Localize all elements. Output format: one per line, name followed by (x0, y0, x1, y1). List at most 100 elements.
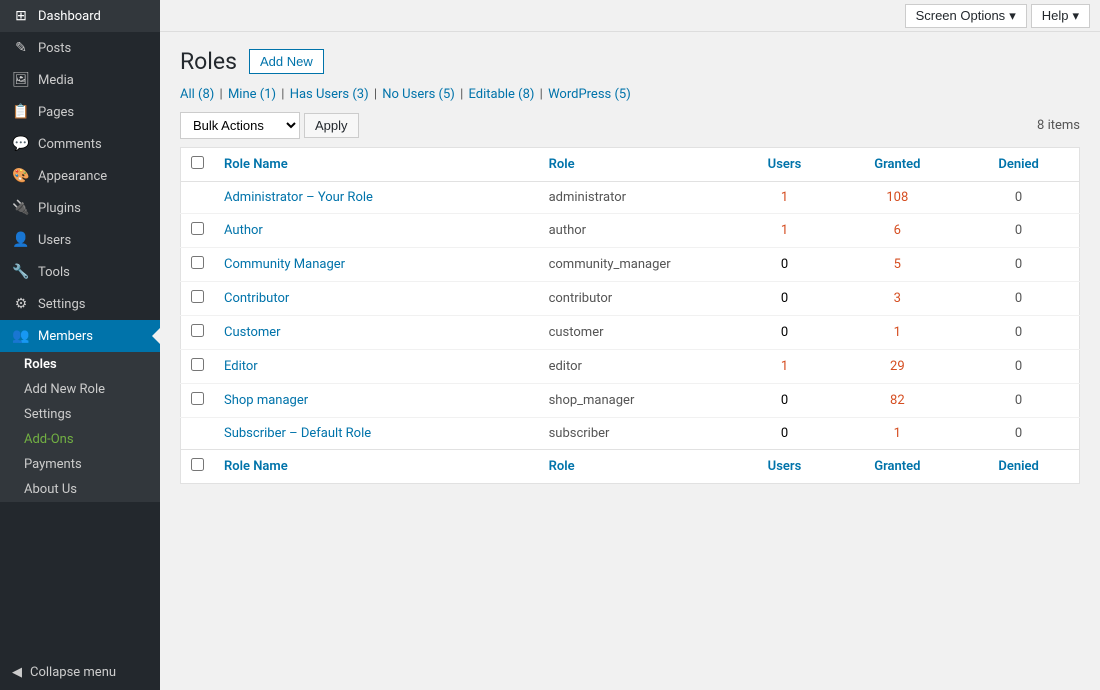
settings-icon: ⚙ (12, 296, 30, 312)
row-denied: 0 (958, 282, 1079, 316)
col-header-role-name[interactable]: Role Name (214, 148, 539, 182)
add-new-button[interactable]: Add New (249, 49, 324, 74)
submenu-roles[interactable]: Roles (0, 352, 160, 377)
row-checkbox-cell[interactable] (181, 248, 215, 282)
row-users[interactable]: 1 (732, 214, 836, 248)
sidebar-item-users[interactable]: 👤 Users (0, 224, 160, 256)
users-count-link[interactable]: 1 (781, 359, 788, 374)
sidebar-item-posts[interactable]: ✎ Posts (0, 32, 160, 64)
row-role-slug: shop_manager (539, 384, 733, 418)
role-name-link[interactable]: Contributor (224, 291, 289, 306)
table-row: Editor editor 1 29 0 (181, 350, 1080, 384)
row-denied: 0 (958, 248, 1079, 282)
row-checkbox-cell[interactable] (181, 316, 215, 350)
sidebar-item-media[interactable]: 🖼 Media (0, 64, 160, 96)
row-role-slug: author (539, 214, 733, 248)
role-name-link[interactable]: Subscriber – Default Role (224, 426, 371, 441)
role-name-link[interactable]: Administrator – Your Role (224, 190, 373, 205)
table-row: Author author 1 6 0 (181, 214, 1080, 248)
sidebar-item-plugins[interactable]: 🔌 Plugins (0, 192, 160, 224)
row-denied: 0 (958, 384, 1079, 418)
submenu-add-new-role[interactable]: Add New Role (0, 377, 160, 402)
select-all-footer-checkbox[interactable] (191, 458, 204, 471)
row-users: 0 (732, 418, 836, 450)
submenu-settings[interactable]: Settings (0, 402, 160, 427)
sidebar-item-label: Plugins (38, 201, 81, 216)
row-checkbox-cell[interactable] (181, 182, 215, 214)
filter-editable[interactable]: Editable (8) (468, 87, 534, 102)
col-footer-role-name[interactable]: Role Name (214, 450, 539, 484)
collapse-icon: ◀ (12, 665, 22, 680)
table-row: Administrator – Your Role administrator … (181, 182, 1080, 214)
select-all-header[interactable] (181, 148, 215, 182)
row-checkbox[interactable] (191, 222, 204, 235)
role-name-link[interactable]: Shop manager (224, 393, 308, 408)
filter-has-users[interactable]: Has Users (3) (290, 87, 369, 102)
users-count-link[interactable]: 1 (781, 223, 788, 238)
screen-options-button[interactable]: Screen Options ▾ (905, 4, 1027, 28)
col-footer-denied[interactable]: Denied (958, 450, 1079, 484)
row-role-name: Contributor (214, 282, 539, 316)
users-count-link[interactable]: 1 (781, 190, 788, 205)
role-name-link[interactable]: Editor (224, 359, 258, 374)
posts-icon: ✎ (12, 40, 30, 56)
submenu-about-us[interactable]: About Us (0, 477, 160, 502)
table-footer-row: Role Name Role Users Granted Denied (181, 450, 1080, 484)
sidebar-item-dashboard[interactable]: ⊞ Dashboard (0, 0, 160, 32)
submenu-payments[interactable]: Payments (0, 452, 160, 477)
row-users[interactable]: 1 (732, 350, 836, 384)
col-footer-users[interactable]: Users (732, 450, 836, 484)
col-header-denied[interactable]: Denied (958, 148, 1079, 182)
row-denied: 0 (958, 418, 1079, 450)
filter-wordpress[interactable]: WordPress (5) (548, 87, 631, 102)
row-users[interactable]: 1 (732, 182, 836, 214)
row-checkbox[interactable] (191, 392, 204, 405)
row-role-name: Shop manager (214, 384, 539, 418)
select-all-footer[interactable] (181, 450, 215, 484)
help-button[interactable]: Help ▾ (1031, 4, 1090, 28)
row-granted: 82 (837, 384, 959, 418)
row-granted: 108 (837, 182, 959, 214)
row-checkbox-cell[interactable] (181, 384, 215, 418)
col-footer-granted[interactable]: Granted (837, 450, 959, 484)
select-all-checkbox[interactable] (191, 156, 204, 169)
appearance-icon: 🎨 (12, 168, 30, 184)
sidebar-item-comments[interactable]: 💬 Comments (0, 128, 160, 160)
role-name-link[interactable]: Author (224, 223, 263, 238)
sidebar-item-label: Media (38, 73, 74, 88)
sidebar-item-appearance[interactable]: 🎨 Appearance (0, 160, 160, 192)
row-checkbox-cell[interactable] (181, 214, 215, 248)
row-checkbox-cell[interactable] (181, 350, 215, 384)
filter-no-users[interactable]: No Users (5) (382, 87, 455, 102)
sidebar-item-settings[interactable]: ⚙ Settings (0, 288, 160, 320)
row-checkbox[interactable] (191, 290, 204, 303)
filter-mine[interactable]: Mine (1) (228, 87, 276, 102)
col-header-users[interactable]: Users (732, 148, 836, 182)
bulk-actions-select[interactable]: Bulk Actions (180, 112, 300, 139)
sidebar-item-members[interactable]: 👥 Members (0, 320, 160, 352)
role-name-link[interactable]: Customer (224, 325, 281, 340)
page-title: Roles (180, 48, 237, 75)
submenu-add-ons[interactable]: Add-Ons (0, 427, 160, 452)
col-header-role[interactable]: Role (539, 148, 733, 182)
row-checkbox[interactable] (191, 358, 204, 371)
row-checkbox-cell[interactable] (181, 418, 215, 450)
sidebar-item-label: Tools (38, 265, 70, 280)
apply-button[interactable]: Apply (304, 113, 359, 138)
filter-all[interactable]: All (8) (180, 87, 214, 102)
row-role-name: Editor (214, 350, 539, 384)
role-name-link[interactable]: Community Manager (224, 257, 345, 272)
comments-icon: 💬 (12, 136, 30, 152)
row-granted: 29 (837, 350, 959, 384)
row-checkbox-cell[interactable] (181, 282, 215, 316)
sidebar-item-label: Posts (38, 41, 71, 56)
row-checkbox[interactable] (191, 256, 204, 269)
row-denied: 0 (958, 316, 1079, 350)
col-footer-role[interactable]: Role (539, 450, 733, 484)
col-header-granted[interactable]: Granted (837, 148, 959, 182)
row-checkbox[interactable] (191, 324, 204, 337)
row-users: 0 (732, 282, 836, 316)
collapse-menu-button[interactable]: ◀ Collapse menu (0, 655, 160, 690)
sidebar-item-pages[interactable]: 📋 Pages (0, 96, 160, 128)
sidebar-item-tools[interactable]: 🔧 Tools (0, 256, 160, 288)
